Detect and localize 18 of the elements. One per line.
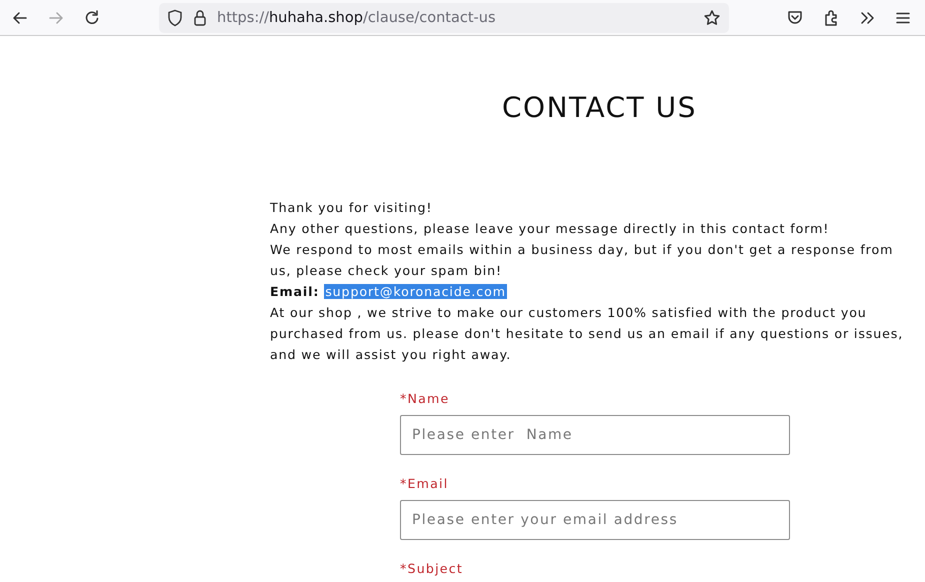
- pocket-icon[interactable]: [786, 8, 804, 26]
- address-bar[interactable]: https://huhaha.shop/clause/contact-us: [159, 2, 729, 32]
- star-icon[interactable]: [703, 8, 721, 26]
- body-text: We respond to most emails within a business day, but if you don't get a response from us, please check your spam bin!: [270, 241, 894, 280]
- shield-icon: [167, 8, 183, 26]
- reload-icon[interactable]: [83, 8, 101, 26]
- page-title: CONTACT US: [501, 90, 698, 126]
- email-label: Email:: [270, 284, 320, 299]
- body-text: Any other questions, please leave your message directly in this contact form!: [270, 220, 830, 238]
- field-label: *Name: [400, 390, 450, 408]
- field-label: *Subject: [400, 560, 464, 578]
- input-field[interactable]: Please enter your email address: [400, 500, 790, 540]
- lock-icon: [193, 8, 207, 26]
- body-text: At our shop , we strive to make our customers 100% satisfied with the product you purchased from us. please don't hesitate to send us an email if any questions or issues, and we will assist you right away.: [270, 304, 904, 364]
- field-label: *Email: [400, 475, 450, 493]
- body-text: Thank you for visiting!: [270, 199, 434, 217]
- input-field[interactable]: Please enter Name: [400, 415, 790, 455]
- email-link[interactable]: support@koronacide.com: [324, 284, 507, 299]
